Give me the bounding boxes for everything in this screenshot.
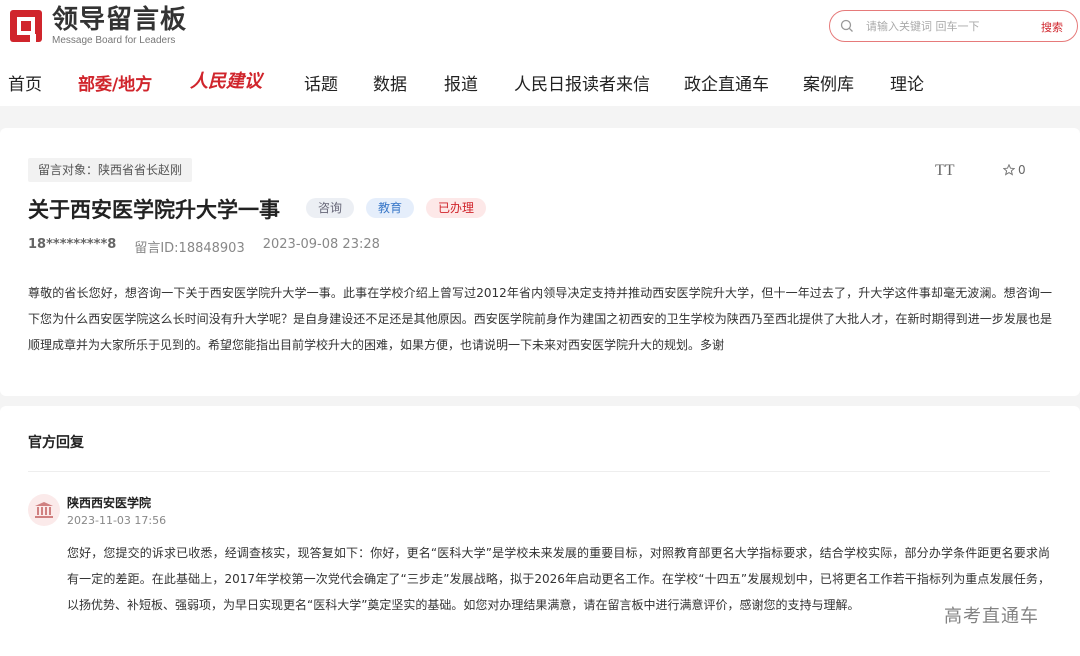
- message-meta: 18*********8 留言ID:18848903 2023-09-08 23…: [28, 237, 380, 256]
- reply-heading: 官方回复: [28, 435, 84, 451]
- tag-education: 教育: [366, 198, 415, 218]
- search-icon: [840, 19, 853, 32]
- nav-gov-business[interactable]: 政企直通车: [684, 70, 769, 95]
- message-card: 留言对象：陕西省省长赵刚 TT 0 关于西安医学院升大学一事 咨询 教育 已办理…: [0, 128, 1080, 396]
- main-nav: 首页 部委/地方 人民建议 话题 数据 报道 人民日报读者来信 政企直通车 案例…: [0, 52, 1080, 106]
- nav-ministries-local[interactable]: 部委/地方: [78, 70, 152, 95]
- message-datetime: 2023-09-08 23:28: [262, 237, 380, 252]
- tag-consult: 咨询: [306, 198, 355, 218]
- nav-reader-letters[interactable]: 人民日报读者来信: [514, 70, 650, 95]
- nav-topics[interactable]: 话题: [304, 70, 338, 95]
- message-title: 关于西安医学院升大学一事: [28, 198, 280, 222]
- status-badge: 已办理: [426, 198, 487, 218]
- reply-body: 您好，您提交的诉求已收悉，经调查核实，现答复如下：你好，更名“医科大学”是学校未…: [67, 546, 1050, 612]
- user-id: 18*********8: [28, 237, 117, 252]
- star-icon: [1003, 164, 1015, 176]
- nav-case-library[interactable]: 案例库: [803, 70, 854, 95]
- font-size-icon[interactable]: TT: [935, 162, 955, 180]
- message-target: 留言对象：陕西省省长赵刚: [28, 158, 193, 182]
- nav-data[interactable]: 数据: [373, 70, 407, 95]
- nav-home[interactable]: 首页: [8, 70, 42, 95]
- watermark: 高考直通车: [944, 606, 1039, 627]
- logo-subtitle: Message Board for Leaders: [52, 35, 176, 46]
- search-button[interactable]: 搜索: [1041, 19, 1063, 35]
- logo-title: 领导留言板: [52, 5, 188, 35]
- message-tags: 咨询 教育 已办理: [306, 198, 487, 218]
- divider: [28, 471, 1050, 472]
- top-bar: 领导留言板 Message Board for Leaders 搜索: [0, 0, 1080, 52]
- nav-theory[interactable]: 理论: [890, 70, 924, 95]
- reply-org-name: 陕西西安医学院: [67, 496, 152, 510]
- search-input[interactable]: [866, 17, 1026, 35]
- message-id: 留言ID:18848903: [134, 241, 245, 256]
- favorite-count: 0: [1018, 163, 1026, 177]
- favorite-button[interactable]: 0: [1003, 163, 1026, 177]
- reply-datetime: 2023-11-03 17:56: [67, 514, 167, 527]
- message-body: 尊敬的省长您好，想咨询一下关于西安医学院升大学一事。此事在学校介绍上曾写过201…: [28, 286, 1052, 352]
- search-box: 搜索: [829, 10, 1078, 42]
- message-board-logo-icon[interactable]: [8, 8, 44, 44]
- logo-text[interactable]: 领导留言板 Message Board for Leaders: [52, 5, 187, 47]
- nav-people-suggestions[interactable]: 人民建议: [190, 67, 262, 93]
- institution-icon: [35, 502, 53, 518]
- avatar: [28, 494, 60, 526]
- nav-reports[interactable]: 报道: [444, 70, 478, 95]
- reply-card: 官方回复 陕西西安医学院 2023-11-03 17:56 您好，您提交的诉求已…: [0, 406, 1080, 656]
